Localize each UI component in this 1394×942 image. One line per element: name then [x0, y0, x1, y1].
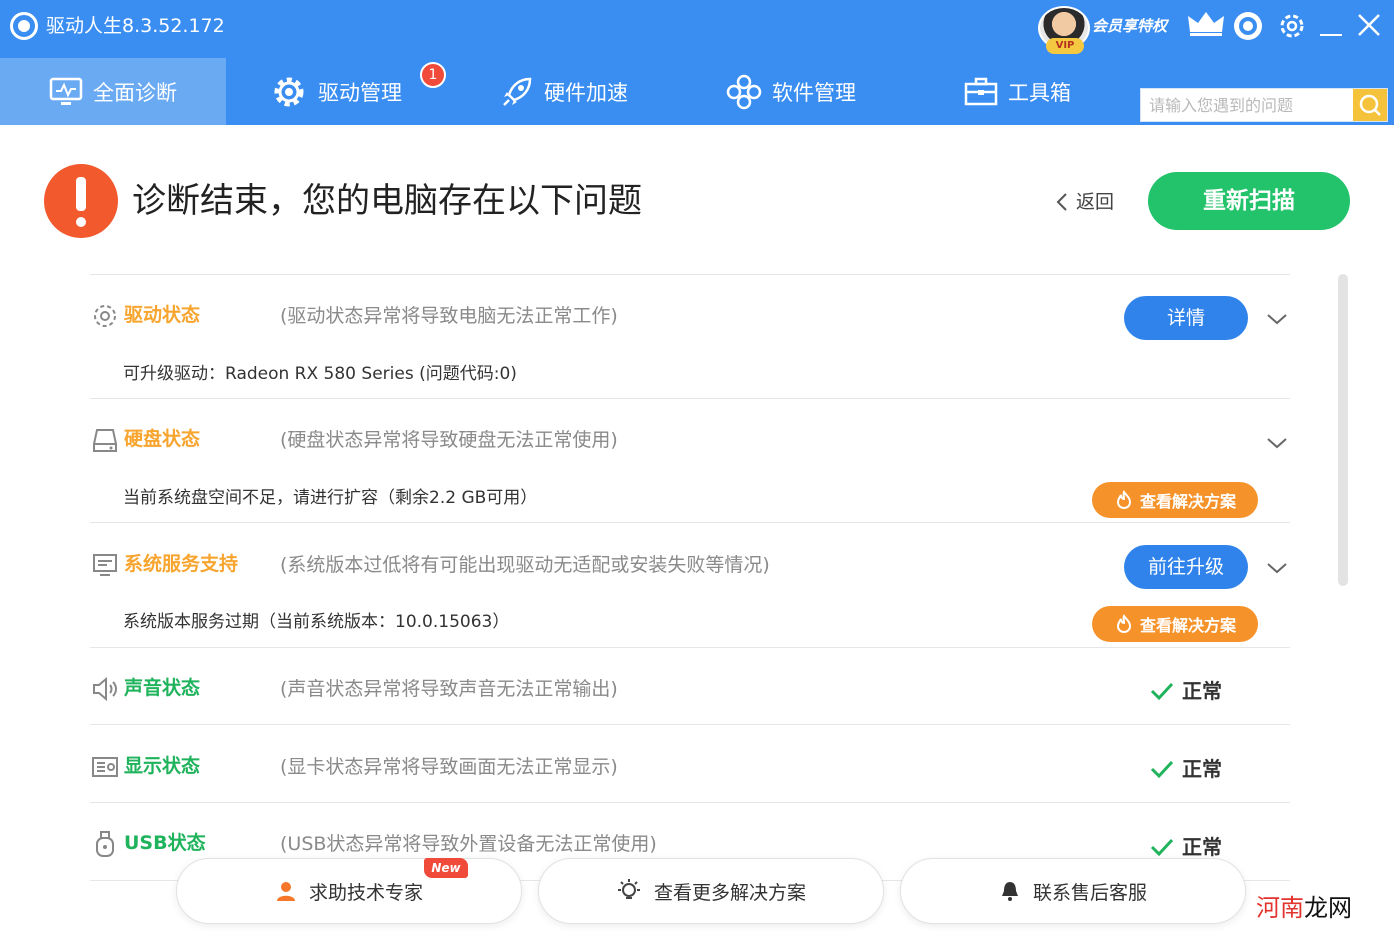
flame-icon	[1116, 614, 1131, 634]
row-description: (显卡状态异常将导致画面无法正常显示)	[280, 756, 618, 778]
notification-badge: 1	[420, 62, 446, 88]
tab-driver-management[interactable]: 驱动管理	[270, 58, 402, 125]
page-title: 诊断结束，您的电脑存在以下问题	[132, 181, 642, 221]
row-description: (系统版本过低将有可能出现驱动无适配或安装失败等情况)	[280, 554, 770, 576]
button-label: 查看解决方案	[1139, 616, 1236, 635]
display-icon	[92, 757, 118, 777]
button-label: 查看更多解决方案	[653, 881, 806, 904]
monitor-icon	[49, 77, 83, 105]
vip-privilege-link[interactable]: 会员享特权	[1092, 14, 1167, 38]
app-logo-icon	[10, 12, 38, 40]
button-label: 求助技术专家	[308, 881, 423, 904]
tab-label: 软件管理	[772, 80, 856, 105]
software-icon	[726, 74, 762, 109]
watermark-part2: 龙网	[1304, 894, 1352, 922]
status-label: 正常	[1182, 757, 1222, 781]
crown-icon[interactable]	[1186, 10, 1226, 38]
tab-label: 硬件加速	[544, 80, 628, 105]
back-label: 返回	[1076, 191, 1115, 213]
scrollbar[interactable]	[1338, 274, 1348, 586]
chevron-down-icon[interactable]	[1266, 436, 1288, 450]
details-button[interactable]: 详情	[1124, 296, 1248, 340]
tab-label: 全面诊断	[93, 80, 177, 105]
rocket-icon	[503, 77, 532, 106]
back-button[interactable]: 返回	[1056, 188, 1114, 216]
ask-expert-button[interactable]: 求助技术专家	[176, 858, 522, 924]
close-icon[interactable]	[1356, 12, 1382, 38]
row-description: (USB状态异常将导致外置设备无法正常使用)	[280, 833, 657, 855]
divider	[90, 802, 1290, 803]
row-title: 系统服务支持	[124, 553, 239, 575]
vip-badge: VIP	[1046, 38, 1084, 54]
watermark: 河南龙网	[1256, 890, 1352, 926]
status-label: 正常	[1182, 679, 1222, 703]
watermark-part1: 河南	[1256, 894, 1304, 922]
search-icon	[1359, 94, 1381, 116]
row-description: (驱动状态异常将导致电脑无法正常工作)	[280, 305, 618, 327]
button-label: 联系售后客服	[1032, 881, 1147, 904]
gear-icon	[94, 305, 116, 327]
lightbulb-icon	[617, 879, 640, 899]
divider	[90, 398, 1290, 399]
tab-toolbox[interactable]: 工具箱	[964, 58, 1071, 125]
contact-service-button[interactable]: 联系售后客服	[900, 858, 1246, 924]
tab-label: 驱动管理	[318, 80, 402, 105]
button-label: 查看解决方案	[1139, 492, 1236, 511]
toolbox-icon	[964, 77, 998, 105]
row-description: (声音状态异常将导致声音无法正常输出)	[280, 678, 618, 700]
row-title: 声音状态	[124, 677, 201, 699]
status-normal: 正常	[1150, 676, 1222, 706]
row-detail: 可升级驱动：Radeon RX 580 Series (问题代码:0)	[123, 364, 517, 384]
support-icon[interactable]	[1232, 10, 1264, 42]
check-icon	[1150, 760, 1174, 779]
tab-label: 工具箱	[1008, 80, 1071, 105]
divider	[90, 522, 1290, 523]
search-input[interactable]	[1141, 89, 1353, 121]
row-title: 硬盘状态	[124, 428, 201, 450]
tab-hardware-acceleration[interactable]: 硬件加速	[500, 58, 628, 125]
chevron-left-icon	[1056, 193, 1067, 211]
search-button[interactable]	[1353, 89, 1387, 121]
tab-full-diagnosis[interactable]: 全面诊断	[0, 58, 226, 125]
row-detail: 当前系统盘空间不足，请进行扩容（剩余2.2 GB可用）	[123, 488, 538, 508]
disk-icon	[93, 429, 117, 452]
gear-icon	[274, 77, 304, 106]
view-solution-button[interactable]: 查看解决方案	[1092, 606, 1258, 642]
app-window: 驱动人生8.3.52.172 VIP 会员享特权 全面诊断 驱动管理 1 硬件加…	[0, 0, 1394, 942]
divider	[90, 647, 1290, 648]
title-bar: 驱动人生8.3.52.172 VIP 会员享特权	[0, 0, 1394, 56]
row-title: USB状态	[124, 832, 206, 854]
row-detail: 系统版本服务过期（当前系统版本：10.0.15063）	[123, 612, 510, 632]
flame-icon	[1116, 490, 1131, 510]
tab-software-management[interactable]: 软件管理	[726, 58, 856, 125]
minimize-icon[interactable]	[1320, 34, 1342, 36]
view-solution-button[interactable]: 查看解决方案	[1092, 482, 1258, 518]
search-box	[1140, 88, 1388, 122]
chevron-down-icon[interactable]	[1266, 561, 1288, 575]
speaker-icon	[93, 676, 117, 702]
person-icon	[276, 882, 295, 901]
new-badge: New	[424, 858, 468, 878]
alert-icon	[44, 164, 118, 238]
settings-gear-icon[interactable]	[1276, 10, 1308, 42]
app-title: 驱动人生8.3.52.172	[46, 15, 225, 37]
row-title: 显示状态	[124, 755, 201, 777]
system-icon	[93, 554, 117, 576]
row-description: (硬盘状态异常将导致硬盘无法正常使用)	[280, 429, 618, 451]
divider	[90, 274, 1290, 275]
top-bar: 驱动人生8.3.52.172 VIP 会员享特权 全面诊断 驱动管理 1 硬件加…	[0, 0, 1394, 125]
bell-icon	[1001, 882, 1018, 901]
upgrade-button[interactable]: 前往升级	[1124, 545, 1248, 589]
chevron-down-icon[interactable]	[1266, 312, 1288, 326]
more-solutions-button[interactable]: 查看更多解决方案	[538, 858, 884, 924]
row-title: 驱动状态	[124, 304, 201, 326]
check-icon	[1150, 838, 1174, 857]
rescan-button[interactable]: 重新扫描	[1148, 172, 1350, 230]
divider	[90, 724, 1290, 725]
check-icon	[1150, 682, 1174, 701]
status-normal: 正常	[1150, 754, 1222, 784]
usb-icon	[96, 831, 114, 857]
